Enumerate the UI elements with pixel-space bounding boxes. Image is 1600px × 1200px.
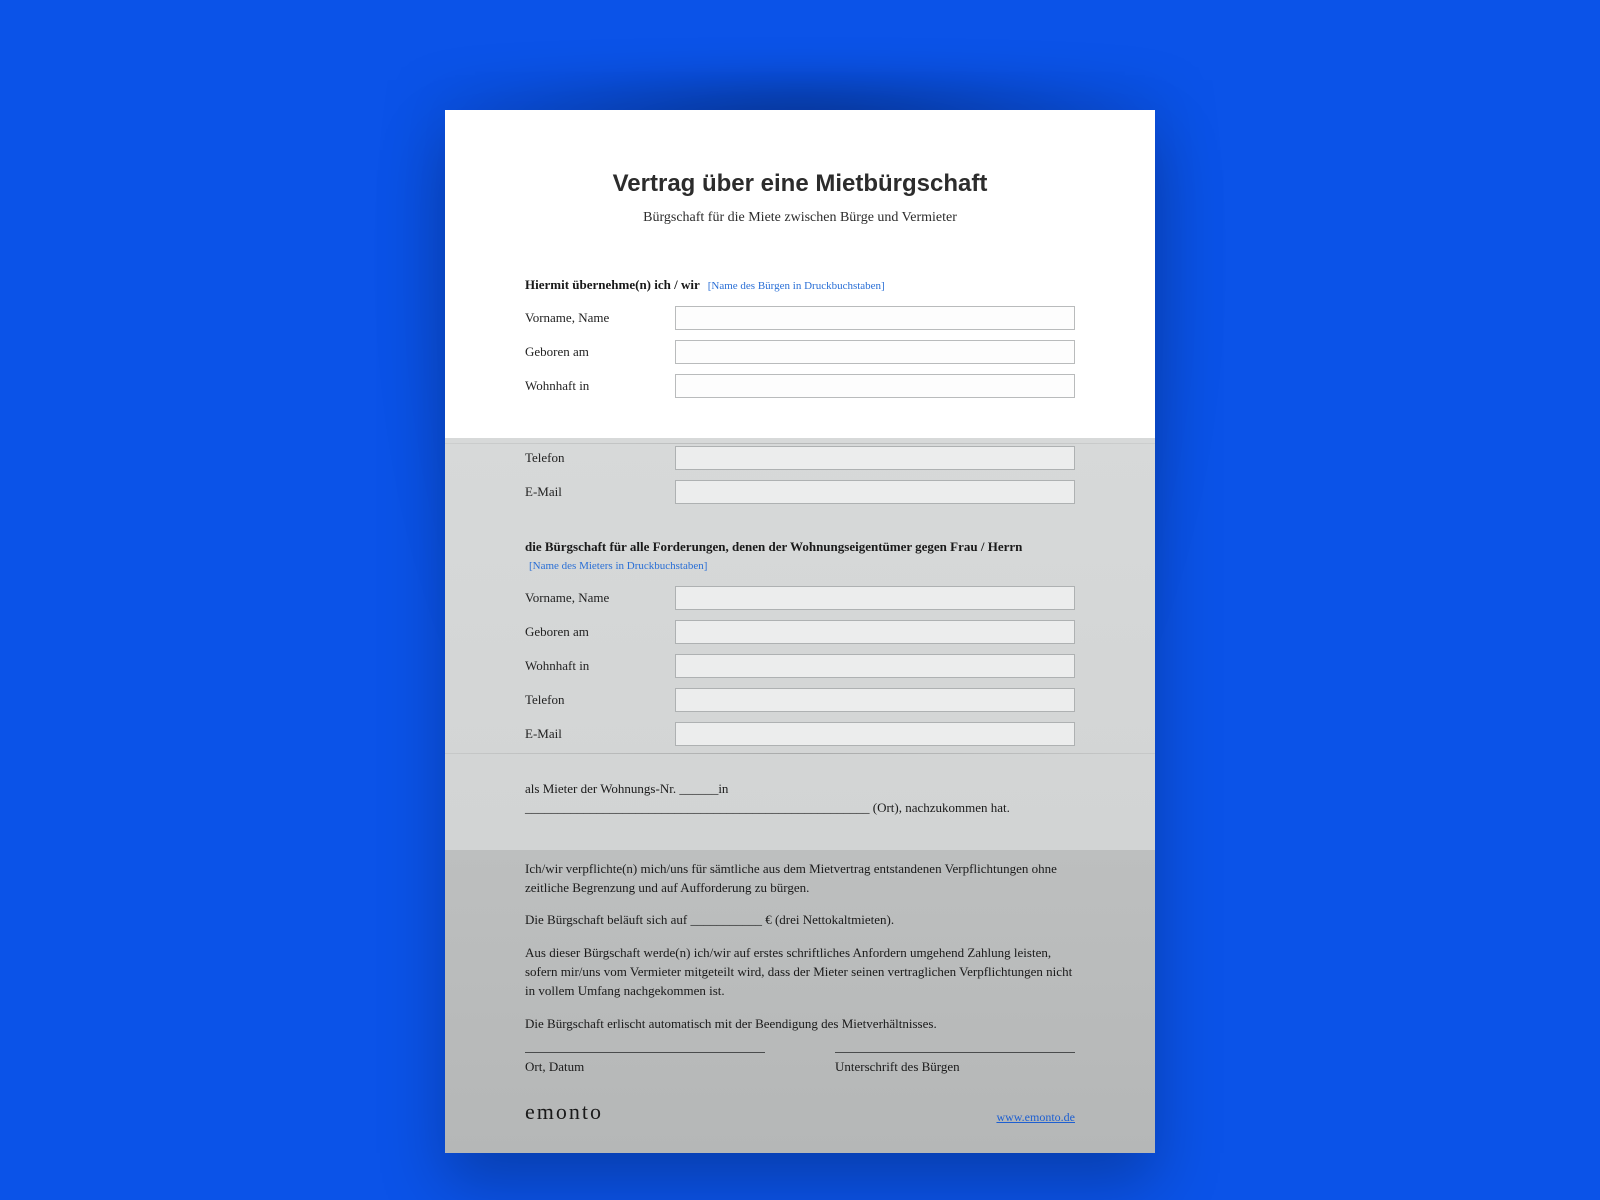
body-p4: Aus dieser Bürgschaft werde(n) ich/wir a… [525,944,1075,1001]
brand-logo: emonto [525,1099,603,1125]
tenant-email-label: E-Mail [525,726,675,742]
section2-lead: die Bürgschaft für alle Forderungen, den… [525,539,1022,554]
tenant-phone-label: Telefon [525,692,675,708]
guarantor-name-label: Vorname, Name [525,310,675,326]
body-p5: Die Bürgschaft erlischt automatisch mit … [525,1015,1075,1034]
body-p3: Die Bürgschaft beläuft sich auf ________… [525,911,1075,930]
guarantor-born-input[interactable] [675,340,1075,364]
guarantor-phone-label: Telefon [525,450,675,466]
guarantor-born-label: Geboren am [525,344,675,360]
section2-hint: [Name des Mieters in Druckbuchstaben] [529,560,707,572]
document-subtitle: Bürgschaft für die Miete zwischen Bürge … [525,210,1075,226]
guarantor-name-input[interactable] [675,306,1075,330]
guarantor-phone-input[interactable] [675,446,1075,470]
tenant-born-input[interactable] [675,620,1075,644]
section1-hint: [Name des Bürgen in Druckbuchstaben] [708,280,885,292]
signature-line-left [525,1052,765,1053]
footer-link[interactable]: www.emonto.de [996,1110,1075,1125]
guarantor-address-input[interactable] [675,374,1075,398]
tenant-email-input[interactable] [675,722,1075,746]
guarantor-email-input[interactable] [675,480,1075,504]
guarantor-address-label: Wohnhaft in [525,378,675,394]
tenant-address-label: Wohnhaft in [525,658,675,674]
body-p1: als Mieter der Wohnungs-Nr. ______in ___… [525,780,1075,818]
tenant-name-label: Vorname, Name [525,590,675,606]
guarantor-email-label: E-Mail [525,484,675,500]
document-title: Vertrag über eine Mietbürgschaft [525,170,1075,198]
signature-line-right [835,1052,1075,1053]
tenant-name-input[interactable] [675,586,1075,610]
signature-label-left: Ort, Datum [525,1059,765,1075]
body-p2: Ich/wir verpflichte(n) mich/uns für sämt… [525,860,1075,898]
section1-lead: Hiermit übernehme(n) ich / wir [525,277,700,292]
tenant-phone-input[interactable] [675,688,1075,712]
tenant-born-label: Geboren am [525,624,675,640]
document-page: Vertrag über eine Mietbürgschaft Bürgsch… [445,110,1155,1153]
tenant-address-input[interactable] [675,654,1075,678]
signature-label-right: Unterschrift des Bürgen [835,1059,1075,1075]
